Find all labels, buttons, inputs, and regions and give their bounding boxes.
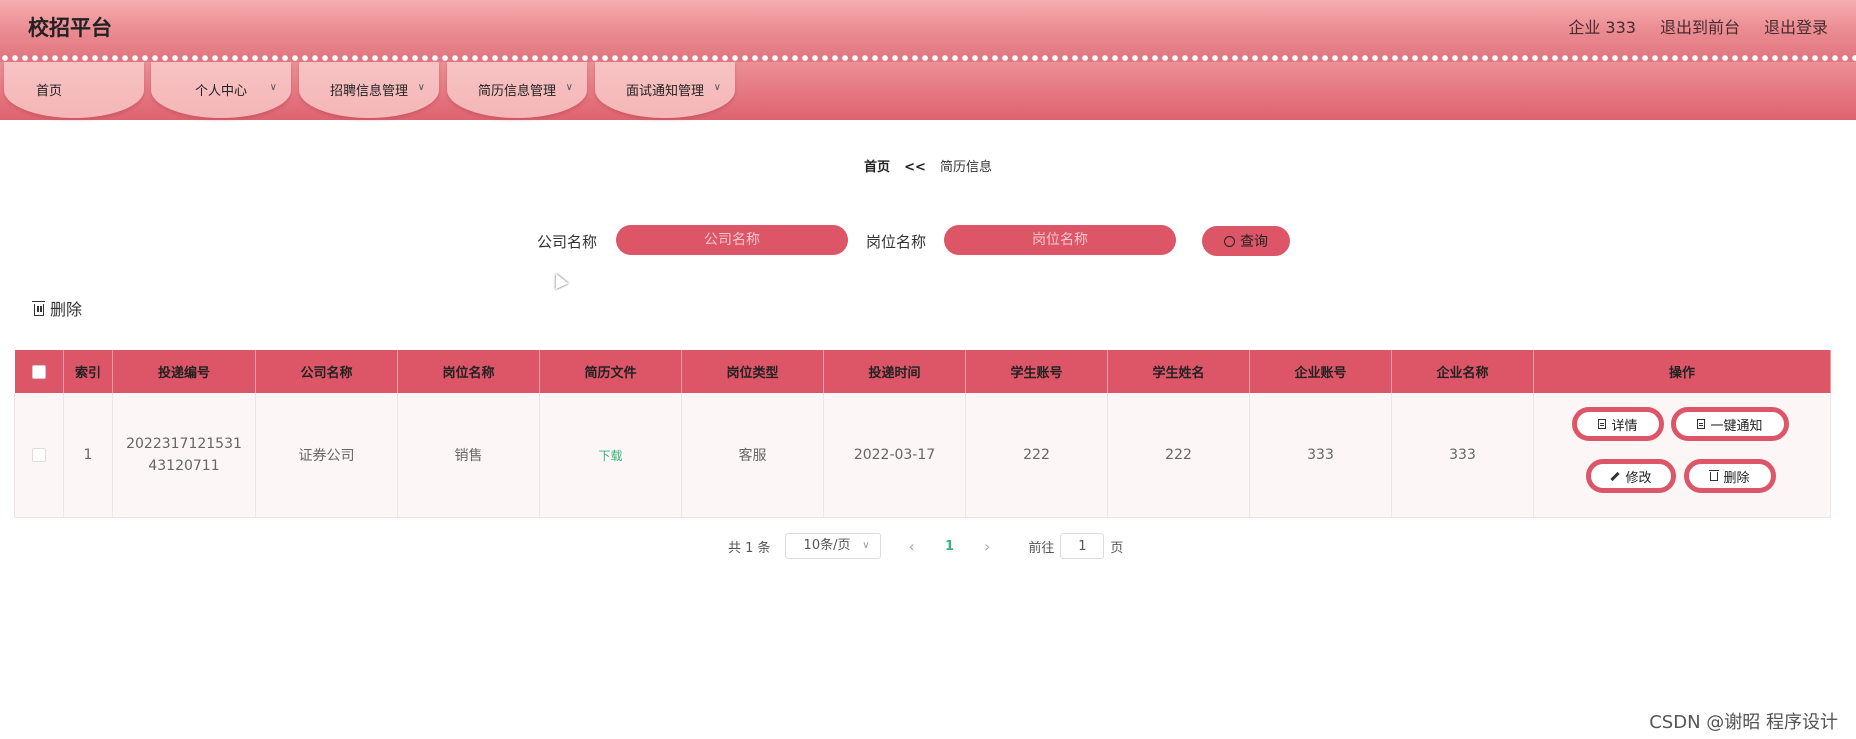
detail-button[interactable]: 详情	[1572, 407, 1664, 441]
pagination-total: 共 1 条	[728, 540, 771, 556]
top-header: 校招平台 企业 333 退出到前台 退出登录	[0, 0, 1856, 56]
detail-button-label: 详情	[1611, 418, 1638, 434]
cell-position: 销售	[397, 393, 540, 518]
column-header: 操作	[1533, 350, 1831, 393]
column-header: 企业账号	[1249, 350, 1392, 393]
column-header: 学生姓名	[1107, 350, 1250, 393]
cell-enterprise-name: 333	[1391, 393, 1534, 518]
edit-button[interactable]: 修改	[1586, 459, 1676, 493]
position-name-label: 岗位名称	[866, 233, 927, 251]
chevron-down-icon: ∨	[713, 82, 721, 93]
row-select-cell	[14, 393, 64, 518]
nav-home[interactable]: 首页	[4, 62, 144, 118]
brand-title: 校招平台	[28, 16, 112, 40]
delivery-no-text: 202231712153143120711	[126, 436, 242, 474]
document-icon	[1598, 419, 1607, 429]
edit-button-label: 修改	[1625, 470, 1652, 486]
batch-delete-button[interactable]: 删除	[32, 296, 83, 320]
trash-icon	[1709, 469, 1720, 481]
cell-student-account: 222	[965, 393, 1108, 518]
chevron-down-icon: ∨	[417, 82, 425, 93]
goto-label: 前往	[1028, 540, 1055, 556]
notify-button[interactable]: 一键通知	[1671, 407, 1789, 441]
watermark-text: CSDN @谢昭 程序设计	[1649, 712, 1838, 733]
logout-link[interactable]: 退出登录	[1764, 14, 1828, 38]
document-icon	[1697, 419, 1706, 429]
column-header: 索引	[63, 350, 113, 393]
row-checkbox[interactable]	[32, 448, 46, 462]
goto-suffix: 页	[1110, 540, 1124, 556]
main-nav: 首页 个人中心 ∨ 招聘信息管理 ∨ 简历信息管理 ∨ 面试通知管理 ∨	[0, 62, 1856, 120]
column-header: 简历文件	[539, 350, 682, 393]
next-page-button[interactable]: ›	[984, 537, 990, 556]
search-icon	[1224, 235, 1235, 247]
nav-interview-notice-management[interactable]: 面试通知管理 ∨	[595, 62, 735, 118]
breadcrumb-current: 简历信息	[940, 160, 993, 175]
mouse-cursor	[549, 270, 569, 290]
cell-actions: 详情 一键通知 修改 删除	[1533, 393, 1831, 518]
chevron-down-icon: ∨	[269, 82, 277, 93]
company-name-input[interactable]	[616, 225, 848, 255]
resume-download-link[interactable]: 下载	[598, 449, 622, 463]
column-header: 投递编号	[112, 350, 256, 393]
exit-to-front-link[interactable]: 退出到前台	[1660, 14, 1740, 38]
notify-button-label: 一键通知	[1710, 418, 1763, 434]
query-button-label: 查询	[1240, 234, 1268, 250]
breadcrumb: 首页 << 简历信息	[0, 156, 1856, 175]
batch-delete-label: 删除	[50, 300, 83, 319]
delete-button[interactable]: 删除	[1684, 459, 1776, 493]
chevron-down-icon: ∨	[565, 82, 573, 93]
query-button[interactable]: 查询	[1202, 226, 1290, 256]
breadcrumb-home[interactable]: 首页	[864, 160, 890, 175]
resume-table: 索引 投递编号 公司名称 岗位名称 简历文件 岗位类型 投递时间 学生账号 学生…	[14, 350, 1831, 518]
row-actions: 详情 一键通知 修改 删除	[1534, 393, 1830, 517]
nav-resume-management[interactable]: 简历信息管理 ∨	[447, 62, 587, 118]
select-all-cell	[14, 350, 64, 393]
header-links: 企业 333 退出到前台 退出登录	[1568, 14, 1828, 38]
column-header: 企业名称	[1391, 350, 1534, 393]
column-header: 投递时间	[823, 350, 966, 393]
column-header: 岗位名称	[397, 350, 540, 393]
prev-page-button[interactable]: ‹	[909, 537, 915, 556]
page-number-current[interactable]: 1	[945, 539, 954, 554]
table-row: 1 202231712153143120711 证券公司 销售 下载 客服 20…	[14, 393, 1831, 518]
nav-recruitment-management[interactable]: 招聘信息管理 ∨	[299, 62, 439, 118]
pagination: 共 1 条 10条/页 ∨ ‹ 1 › 前往 页	[728, 532, 1123, 560]
cell-enterprise-account: 333	[1249, 393, 1392, 518]
cell-student-name: 222	[1107, 393, 1250, 518]
breadcrumb-separator: <<	[904, 160, 926, 175]
page-size-select[interactable]: 10条/页 ∨	[784, 533, 881, 559]
cell-resume-file: 下载	[539, 393, 682, 518]
select-all-checkbox[interactable]	[31, 364, 46, 379]
goto-page-input[interactable]	[1060, 533, 1105, 559]
cell-position-type: 客服	[681, 393, 824, 518]
cell-delivery-no: 202231712153143120711	[112, 393, 256, 518]
table-header-row: 索引 投递编号 公司名称 岗位名称 简历文件 岗位类型 投递时间 学生账号 学生…	[14, 350, 1831, 393]
pencil-icon	[1610, 471, 1621, 481]
header-scallop-border	[0, 54, 1856, 62]
trash-icon	[32, 300, 45, 316]
nav-home-label: 首页	[36, 84, 63, 99]
column-header: 公司名称	[255, 350, 398, 393]
cell-company: 证券公司	[255, 393, 398, 518]
chevron-down-icon: ∨	[862, 540, 870, 551]
nav-personal-center[interactable]: 个人中心 ∨	[151, 62, 291, 118]
cell-index: 1	[63, 393, 113, 518]
column-header: 岗位类型	[681, 350, 824, 393]
cell-delivery-time: 2022-03-17	[823, 393, 966, 518]
column-header: 学生账号	[965, 350, 1108, 393]
page-size-value: 10条/页	[803, 538, 851, 553]
position-name-input[interactable]	[944, 225, 1176, 255]
current-user: 企业 333	[1568, 18, 1636, 37]
delete-button-label: 删除	[1723, 470, 1750, 486]
company-name-label: 公司名称	[537, 233, 598, 251]
